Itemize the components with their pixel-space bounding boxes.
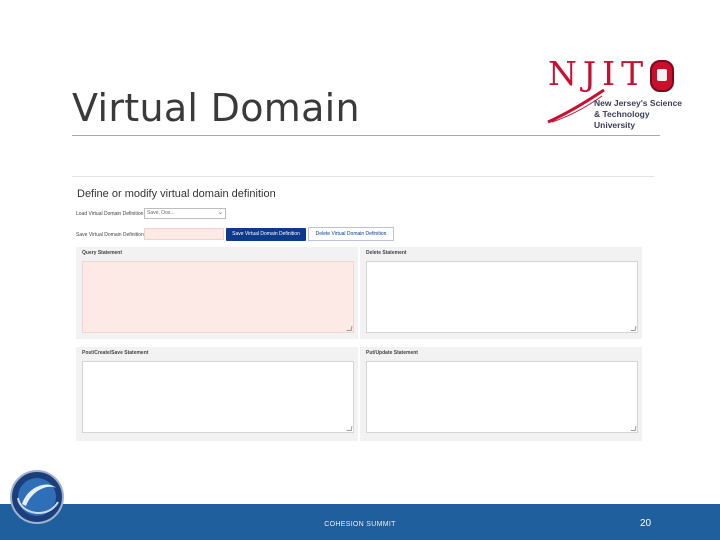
form-heading: Define or modify virtual domain definiti… — [77, 188, 276, 200]
definition-name-input[interactable] — [144, 228, 224, 240]
put-statement-pane: Put/Update Statement — [360, 347, 642, 441]
post-statement-label: Post/Create/Save Statement — [82, 350, 149, 356]
post-statement-pane: Post/Create/Save Statement — [76, 347, 358, 441]
put-statement-textarea[interactable] — [366, 361, 638, 433]
load-definition-select-value: Save, Oos... — [147, 210, 175, 216]
query-statement-textarea[interactable] — [82, 261, 354, 333]
query-statement-label: Query Statement — [82, 250, 123, 256]
njit-seal-icon — [650, 60, 674, 92]
post-statement-textarea[interactable] — [82, 361, 354, 433]
title-divider — [72, 135, 660, 136]
delete-statement-textarea[interactable] — [366, 261, 638, 333]
virtual-domain-form: Define or modify virtual domain definiti… — [72, 176, 654, 445]
resize-grip-icon[interactable] — [346, 426, 353, 431]
cohesion-globe-icon — [10, 470, 64, 524]
slide-title: Virtual Domain — [72, 86, 360, 130]
page-number: 20 — [640, 518, 652, 529]
query-statement-pane: Query Statement — [76, 247, 358, 339]
chevron-down-icon: ⌄ — [217, 210, 223, 216]
save-definition-label: Save Virtual Domain Definition — [76, 232, 144, 238]
resize-grip-icon[interactable] — [346, 326, 353, 331]
resize-grip-icon[interactable] — [630, 426, 637, 431]
load-definition-select[interactable]: Save, Oos... ⌄ — [144, 208, 226, 219]
delete-statement-label: Delete Statement — [366, 250, 407, 256]
load-definition-label: Load Virtual Domain Definition — [76, 211, 144, 217]
resize-grip-icon[interactable] — [630, 326, 637, 331]
njit-logo-subtitle: New Jersey's Science & Technology Univer… — [594, 98, 683, 130]
delete-statement-pane: Delete Statement — [360, 247, 642, 339]
delete-definition-button[interactable]: Delete Virtual Domain Definition — [308, 227, 394, 241]
footer-text: COHESION SUMMIT — [324, 521, 396, 528]
slide-footer: COHESION SUMMIT 20 — [0, 504, 720, 540]
njit-logo: NJIT New Jersey's Science & Technology U… — [546, 56, 682, 130]
save-definition-button[interactable]: Save Virtual Domain Definition — [226, 228, 306, 241]
put-statement-label: Put/Update Statement — [366, 350, 418, 356]
